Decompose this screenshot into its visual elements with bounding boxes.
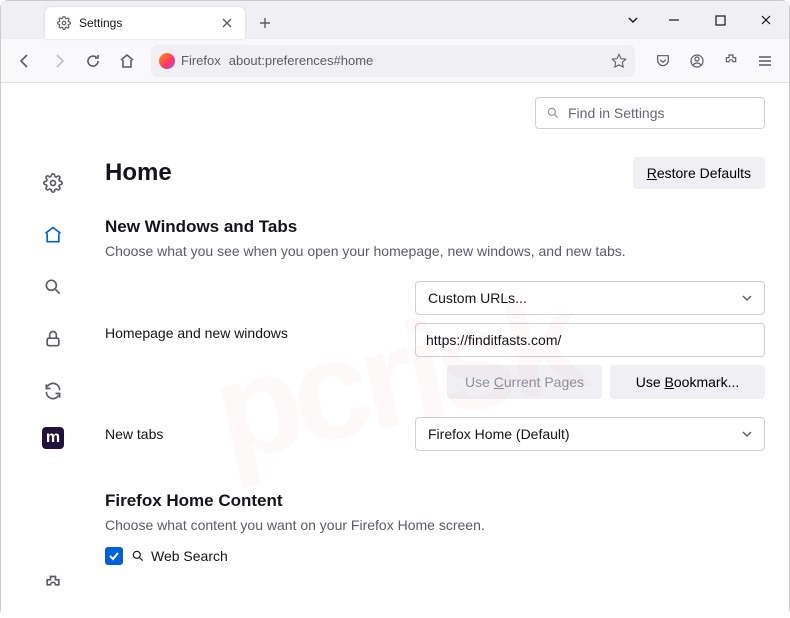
chevron-down-icon bbox=[742, 293, 752, 303]
maximize-button[interactable] bbox=[697, 1, 743, 39]
find-placeholder: Find in Settings bbox=[568, 105, 665, 121]
account-button[interactable] bbox=[681, 45, 713, 77]
sidebar-search[interactable] bbox=[37, 271, 69, 303]
firefox-logo-icon bbox=[159, 53, 175, 69]
websearch-label: Web Search bbox=[131, 548, 228, 564]
newtabs-value: Firefox Home (Default) bbox=[428, 426, 570, 442]
tab-title: Settings bbox=[79, 16, 211, 30]
section-new-windows-desc: Choose what you see when you open your h… bbox=[105, 243, 765, 259]
bookmark-star-icon[interactable] bbox=[611, 53, 627, 69]
close-window-button[interactable] bbox=[743, 1, 789, 39]
homepage-url-input[interactable] bbox=[415, 323, 765, 357]
use-bookmark-button[interactable]: Use Bookmark...Use Bookmark... bbox=[610, 365, 765, 399]
sidebar-general[interactable] bbox=[37, 167, 69, 199]
settings-main: Find in Settings Home RRestore Defaultse… bbox=[105, 83, 789, 618]
use-current-pages-button[interactable]: Use Current PagesUse Current Pages bbox=[447, 365, 602, 399]
gear-icon bbox=[57, 16, 71, 30]
homepage-mode-value: Custom URLs... bbox=[428, 290, 527, 306]
sidebar-more-mozilla[interactable]: m bbox=[42, 427, 64, 449]
pocket-button[interactable] bbox=[647, 45, 679, 77]
sidebar-privacy[interactable] bbox=[37, 323, 69, 355]
forward-button[interactable] bbox=[43, 45, 75, 77]
newtabs-select[interactable]: Firefox Home (Default) bbox=[415, 417, 765, 451]
minimize-button[interactable] bbox=[651, 1, 697, 39]
chevron-down-icon bbox=[742, 429, 752, 439]
app-menu-button[interactable] bbox=[749, 45, 781, 77]
nav-toolbar: Firefox about:preferences#home bbox=[1, 39, 789, 83]
url-bar[interactable]: Firefox about:preferences#home bbox=[151, 45, 635, 77]
back-button[interactable] bbox=[9, 45, 41, 77]
homepage-label: Homepage and new windows bbox=[105, 281, 415, 341]
section-home-content-heading: Firefox Home Content bbox=[105, 491, 765, 511]
window-controls bbox=[615, 1, 789, 39]
url-text: about:preferences#home bbox=[229, 53, 603, 68]
page-title: Home bbox=[105, 159, 172, 187]
newtabs-label: New tabs bbox=[105, 426, 415, 442]
extensions-button[interactable] bbox=[715, 45, 747, 77]
websearch-checkbox[interactable] bbox=[105, 547, 123, 565]
sidebar-extensions[interactable] bbox=[37, 568, 69, 600]
new-tab-button[interactable] bbox=[251, 9, 279, 37]
content-area: pcrisk m Find in Settings bbox=[1, 83, 789, 618]
search-icon bbox=[131, 549, 145, 563]
section-home-content-desc: Choose what content you want on your Fir… bbox=[105, 517, 765, 533]
close-icon[interactable] bbox=[219, 15, 235, 31]
tabs-dropdown-button[interactable] bbox=[615, 1, 651, 39]
home-button[interactable] bbox=[111, 45, 143, 77]
section-new-windows-heading: New Windows and Tabs bbox=[105, 217, 765, 237]
sidebar-sync[interactable] bbox=[37, 375, 69, 407]
find-in-settings-input[interactable]: Find in Settings bbox=[535, 97, 765, 129]
sidebar-home[interactable] bbox=[37, 219, 69, 251]
restore-defaults-button[interactable]: RRestore Defaultsestore Defaults bbox=[633, 157, 765, 189]
browser-tab[interactable]: Settings bbox=[45, 7, 245, 39]
reload-button[interactable] bbox=[77, 45, 109, 77]
settings-sidebar: m bbox=[1, 83, 105, 618]
search-icon bbox=[546, 106, 560, 120]
site-identity[interactable]: Firefox bbox=[159, 53, 221, 69]
title-bar: Settings bbox=[1, 1, 789, 39]
homepage-mode-select[interactable]: Custom URLs... bbox=[415, 281, 765, 315]
identity-label: Firefox bbox=[181, 53, 221, 68]
